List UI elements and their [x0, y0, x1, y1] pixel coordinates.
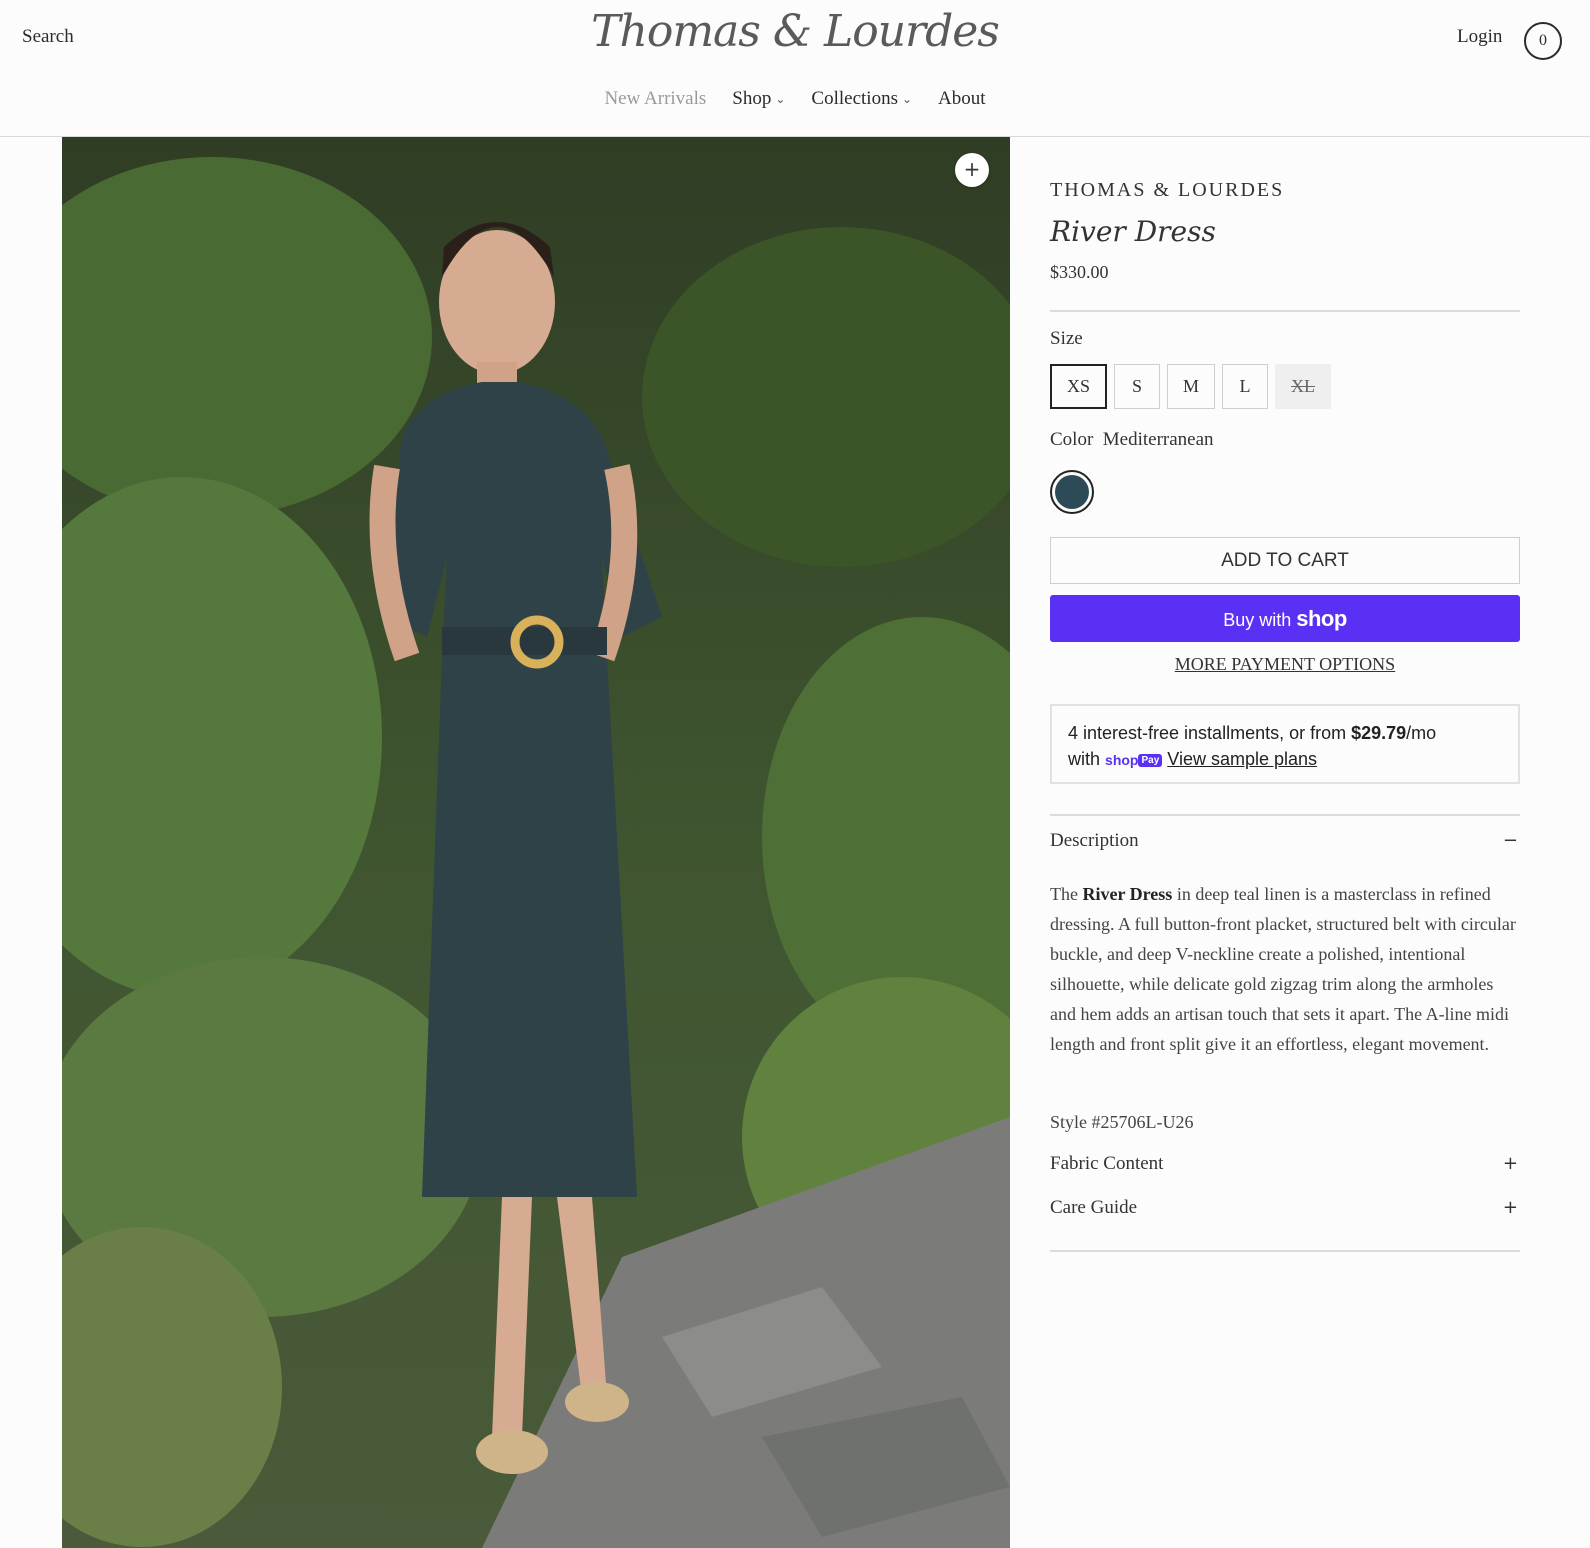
- more-payment-options-link[interactable]: MORE PAYMENT OPTIONS: [1050, 654, 1520, 675]
- size-selector: XS S M L XL: [1050, 364, 1332, 409]
- color-value: Mediterranean: [1102, 429, 1214, 450]
- color-swatch-mediterranean[interactable]: [1050, 470, 1094, 514]
- care-guide-accordion-toggle[interactable]: Care Guide +: [1050, 1197, 1520, 1219]
- size-option-xs[interactable]: XS: [1050, 364, 1108, 409]
- minus-icon: −: [1502, 830, 1518, 851]
- product-photo[interactable]: [62, 137, 1010, 1548]
- installments-with: with: [1068, 749, 1101, 769]
- divider: [1050, 1250, 1520, 1252]
- cart-icon[interactable]: 0: [1524, 22, 1562, 60]
- installments-amount: $29.79: [1351, 723, 1407, 743]
- nav-new-arrivals-label: New Arrivals: [604, 88, 707, 109]
- chevron-down-icon: ⌄: [775, 91, 786, 106]
- view-sample-plans-link[interactable]: View sample plans: [1167, 749, 1317, 769]
- nav-collections-label: Collections: [811, 88, 898, 109]
- shop-pay-logo: shop Pay: [1105, 747, 1163, 774]
- product-brand: THOMAS & LOURDES: [1050, 179, 1285, 201]
- nav-about[interactable]: About: [938, 88, 986, 110]
- size-option-m[interactable]: M: [1167, 364, 1216, 409]
- divider: [1050, 310, 1520, 312]
- buy-with-label: Buy with: [1223, 610, 1292, 630]
- zoom-icon[interactable]: +: [955, 153, 989, 187]
- installments-banner: 4 interest-free installments, or from $2…: [1050, 704, 1520, 784]
- main-nav: New Arrivals Shop ⌄ Collections ⌄ About: [0, 88, 1590, 110]
- description-label: Description: [1050, 830, 1139, 851]
- site-header: Search Thomas & Lourdes Login 0 New Arri…: [0, 0, 1590, 137]
- shop-pay-shop: shop: [1105, 752, 1139, 768]
- nav-collections[interactable]: Collections ⌄: [811, 88, 912, 110]
- fabric-content-label: Fabric Content: [1050, 1153, 1164, 1174]
- plus-icon: +: [1502, 1153, 1518, 1174]
- installments-per: /mo: [1406, 723, 1437, 743]
- style-number: Style #25706L-U26: [1050, 1112, 1194, 1132]
- care-guide-label: Care Guide: [1050, 1197, 1138, 1218]
- buy-with-shop-button[interactable]: Buy with shop: [1050, 595, 1520, 642]
- color-label: Color: [1050, 429, 1094, 450]
- shop-pay-pay: Pay: [1138, 754, 1163, 768]
- chevron-down-icon: ⌄: [901, 91, 913, 106]
- color-label-row: Color Mediterranean: [1050, 429, 1214, 451]
- product-photo-illustration: [62, 137, 1010, 1548]
- installments-text: 4 interest-free installments, or from: [1068, 723, 1352, 743]
- add-to-cart-button[interactable]: ADD TO CART: [1050, 537, 1520, 584]
- description-product-name: River Dress: [1082, 884, 1173, 904]
- site-logo[interactable]: Thomas & Lourdes: [0, 6, 1590, 57]
- fabric-content-accordion-toggle[interactable]: Fabric Content +: [1050, 1153, 1520, 1175]
- size-option-xl[interactable]: XL: [1275, 364, 1332, 409]
- nav-new-arrivals[interactable]: New Arrivals: [604, 88, 706, 110]
- description-body: in deep teal linen is a masterclass in r…: [1050, 884, 1516, 1054]
- plus-icon: +: [1502, 1197, 1518, 1218]
- description-lead: The: [1050, 884, 1083, 904]
- size-option-s[interactable]: S: [1114, 364, 1161, 409]
- product-title: River Dress: [1050, 215, 1216, 248]
- size-label: Size: [1050, 328, 1083, 349]
- shop-logo: shop: [1296, 606, 1347, 631]
- size-option-l[interactable]: L: [1222, 364, 1269, 409]
- product-description: The River Dress in deep teal linen is a …: [1050, 879, 1520, 1059]
- nav-about-label: About: [938, 88, 986, 109]
- nav-shop-label: Shop: [732, 88, 772, 109]
- login-link[interactable]: Login: [1457, 26, 1502, 48]
- swatch-fill: [1055, 475, 1089, 509]
- product-price: $330.00: [1050, 262, 1109, 282]
- divider: [1050, 814, 1520, 816]
- cart-count: 0: [1539, 32, 1547, 49]
- description-accordion-toggle[interactable]: Description −: [1050, 830, 1520, 852]
- nav-shop[interactable]: Shop ⌄: [732, 88, 785, 110]
